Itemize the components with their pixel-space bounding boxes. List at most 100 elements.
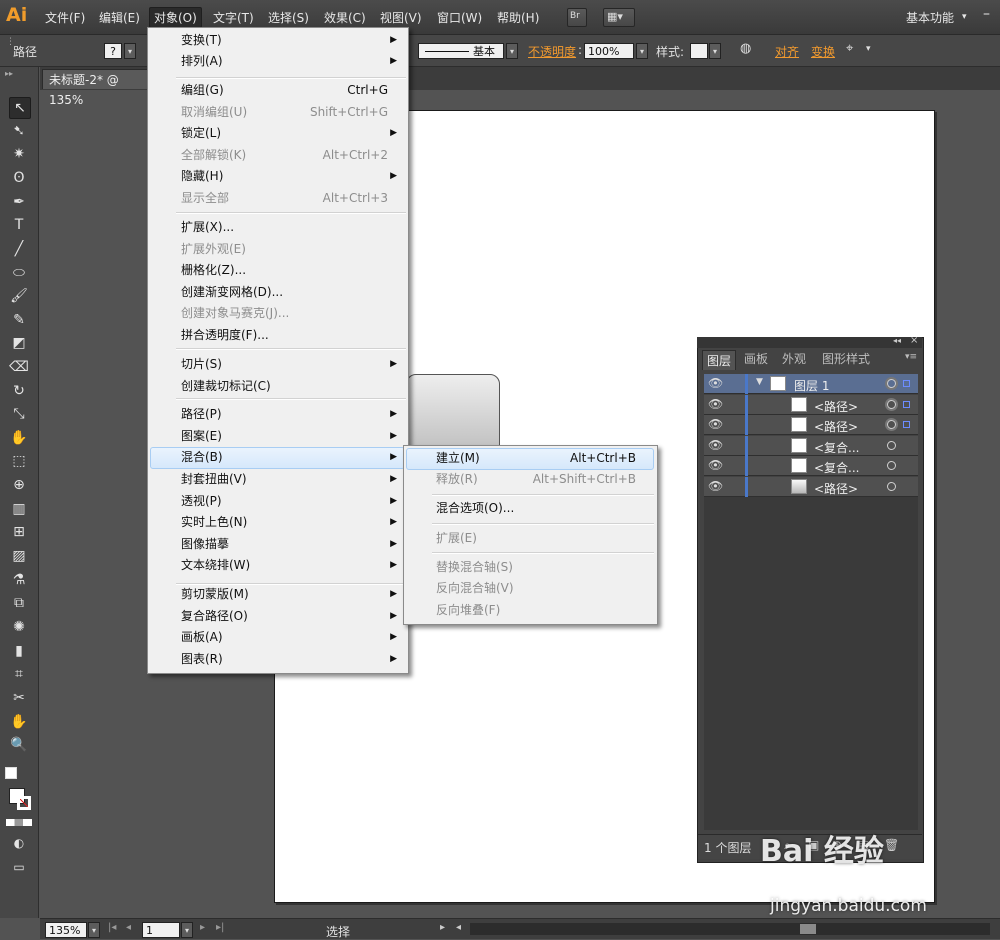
opacity-dropdown[interactable]: ▾ [636,43,648,59]
object-menu-item[interactable]: 扩展(X)... [181,217,397,237]
horizontal-scrollbar[interactable] [470,923,990,935]
magic-wand-tool-icon[interactable]: ✷ [9,144,29,164]
lasso-tool-icon[interactable]: ʘ [9,168,29,188]
pencil-tool-icon[interactable]: ✎ [9,310,29,330]
free-transform-tool-icon[interactable]: ⬚ [9,451,29,471]
eyedropper-tool-icon[interactable]: ⚗ [9,570,29,590]
tab-appearance[interactable]: 外观 [782,350,806,367]
zoom-tool-icon[interactable]: 🔍 [9,735,29,755]
object-menu-item[interactable]: 栅格化(Z)... [181,260,397,280]
color-mode-icons[interactable] [6,819,32,826]
object-menu-item[interactable]: 变换(T) ▶ [181,30,397,50]
blob-brush-tool-icon[interactable]: ◩ [9,333,29,353]
graphic-style-dropdown[interactable]: ▾ [709,43,721,59]
menu-file[interactable]: 文件(F) [45,9,85,26]
paintbrush-tool-icon[interactable]: 🖌 [9,286,29,306]
object-menu-item[interactable]: 图像描摹 ▶ [181,534,397,554]
target-icon[interactable] [887,482,896,491]
object-menu-item[interactable]: 编组(G) Ctrl+G [181,80,397,100]
bridge-button[interactable]: Br [567,8,587,27]
object-menu-item[interactable]: 文本绕排(W) ▶ [181,555,397,575]
menu-type[interactable]: 文字(T) [213,9,254,26]
menu-select[interactable]: 选择(S) [268,9,309,26]
object-menu-item[interactable]: 路径(P) ▶ [181,404,397,424]
sublayer-row[interactable]: 👁 <路径> [704,394,918,415]
object-menu-item[interactable]: 显示全部 Alt+Ctrl+3 [181,188,397,208]
eye-icon[interactable]: 👁 [708,417,723,431]
object-menu-item[interactable]: 图案(E) ▶ [181,426,397,446]
scroll-left-icon[interactable]: ◂ [456,922,461,933]
object-menu-item[interactable]: 排列(A) ▶ [181,51,397,71]
shape-builder-tool-icon[interactable]: ⊕ [9,475,29,495]
artboard-tool-icon[interactable]: ⌗ [9,664,29,684]
minimize-icon[interactable]: – [983,6,990,22]
object-menu-item[interactable]: 锁定(L) ▶ [181,123,397,143]
rounded-rectangle-shape[interactable] [406,374,500,456]
close-icon[interactable]: × [910,335,918,346]
last-artboard-icon[interactable]: ▸| [216,922,224,933]
object-menu-item[interactable]: 创建对象马赛克(J)... [181,303,397,323]
prev-artboard-icon[interactable]: ◂ [126,922,131,933]
perspective-grid-tool-icon[interactable]: ▥ [9,499,29,519]
object-menu-item[interactable]: 取消编组(U) Shift+Ctrl+G [181,102,397,122]
chevron-down-icon[interactable]: ▾ [962,12,967,22]
object-menu-item[interactable]: 封套扭曲(V) ▶ [181,469,397,489]
blend-menu-item[interactable]: 扩展(E) [436,528,644,548]
object-menu-item[interactable]: 画板(A) ▶ [181,627,397,647]
panel-menu-icon[interactable]: ▾≡ [905,352,917,362]
stroke-profile-select[interactable]: 基本 [418,43,504,59]
object-menu-item[interactable]: 复合路径(O) ▶ [181,606,397,626]
arrange-documents-button[interactable]: ▦▾ [603,8,635,27]
menu-help[interactable]: 帮助(H) [497,9,539,26]
warp-tool-icon[interactable]: ✋ [9,428,29,448]
sublayer-row[interactable]: 👁 <路径> [704,477,918,497]
artboard-number-input[interactable]: 1 [142,922,180,938]
collapse-icon[interactable]: ▸▸ [5,69,13,78]
eye-icon[interactable]: 👁 [708,397,723,411]
menu-window[interactable]: 窗口(W) [437,9,482,26]
graph-tool-icon[interactable]: ▮ [9,641,29,661]
blend-menu-item[interactable]: 释放(R) Alt+Shift+Ctrl+B [436,469,644,489]
target-icon[interactable] [887,440,896,450]
zoom-input[interactable]: 135% [45,922,87,938]
object-menu-item[interactable]: 切片(S) ▶ [181,354,397,374]
opacity-input[interactable]: 100% [584,43,634,59]
selection-indicator[interactable] [903,400,910,408]
ellipse-tool-icon[interactable]: ⬭ [9,263,29,283]
target-icon[interactable] [887,461,896,471]
target-icon[interactable] [887,399,896,409]
symbol-sprayer-tool-icon[interactable]: ✺ [9,617,29,637]
blend-menu-item[interactable]: 反向堆叠(F) [436,600,644,620]
tab-layers[interactable]: 图层 [702,350,737,370]
default-colors-icon[interactable] [5,767,17,779]
eye-icon[interactable]: 👁 [708,376,723,390]
recolor-icon[interactable]: ◍ [740,41,751,56]
menu-effect[interactable]: 效果(C) [324,9,366,26]
target-icon[interactable] [887,379,896,388]
hand-tool-icon[interactable]: ✋ [9,712,29,732]
blend-menu-item[interactable]: 反向混合轴(V) [436,578,644,598]
eye-icon[interactable]: 👁 [708,438,723,452]
expand-triangle-icon[interactable]: ▼ [756,377,763,387]
align-link[interactable]: 对齐 [775,43,799,60]
object-menu-item[interactable]: 扩展外观(E) [181,239,397,259]
gradient-tool-icon[interactable]: ▨ [9,546,29,566]
scrollbar-thumb[interactable] [800,924,816,934]
sublayer-row[interactable]: 👁 <复合... [704,435,918,456]
scale-tool-icon[interactable]: ⤡ [9,404,29,424]
object-menu-item[interactable]: 透视(P) ▶ [181,491,397,511]
screen-mode-icon[interactable]: ▭ [9,857,29,877]
eye-icon[interactable]: 👁 [708,479,723,493]
delete-layer-icon[interactable]: 🗑 [884,838,899,852]
object-menu-item[interactable]: 拼合透明度(F)... [181,325,397,345]
sublayer-row[interactable]: 👁 <复合... [704,456,918,477]
layer-row-top[interactable]: 👁 ▼ 图层 1 [704,374,918,394]
object-menu-item[interactable]: 图表(R) ▶ [181,649,397,669]
next-artboard-icon[interactable]: ▸ [200,922,205,933]
eraser-tool-icon[interactable]: ⌫ [9,357,29,377]
selection-indicator[interactable] [903,421,910,429]
object-menu-item[interactable]: 剪切蒙版(M) ▶ [181,584,397,604]
target-icon[interactable] [887,420,896,430]
fill-swatch[interactable]: ? [104,43,122,59]
status-menu-icon[interactable]: ▸ [440,922,445,933]
